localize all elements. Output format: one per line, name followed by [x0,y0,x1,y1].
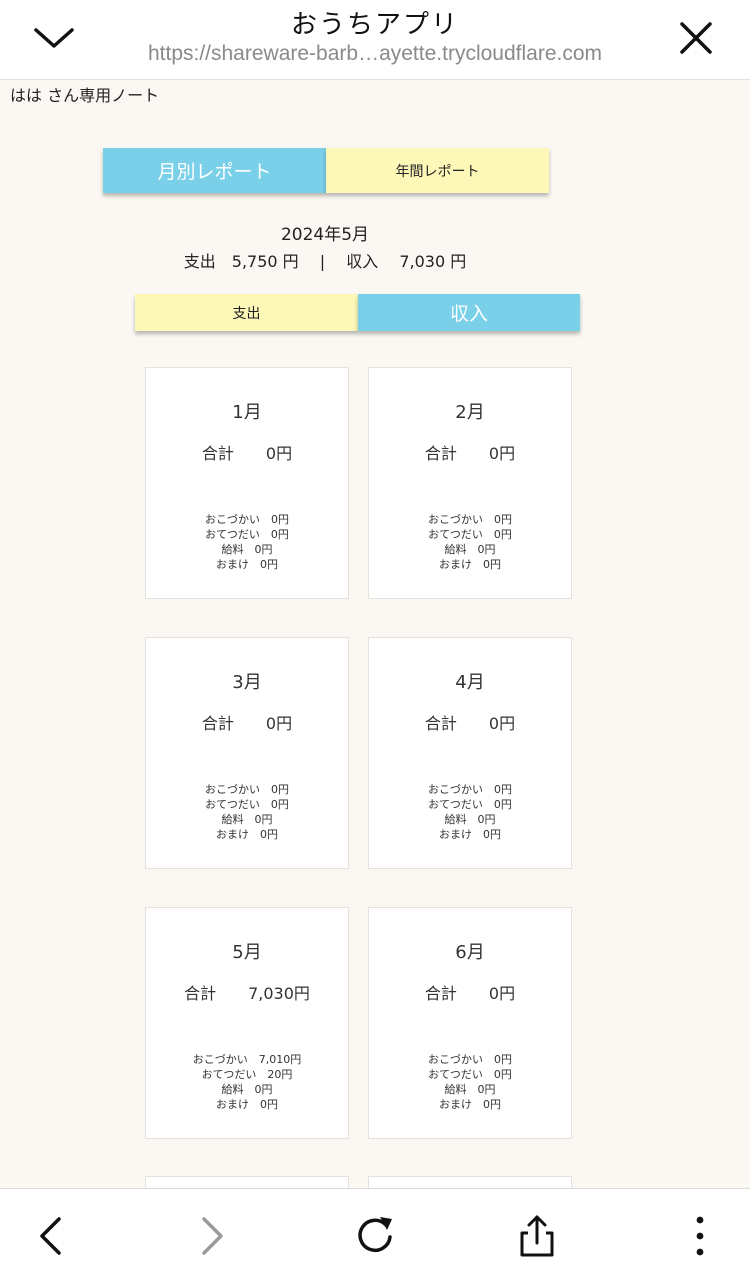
tab-annual-report[interactable]: 年間レポート [326,148,549,193]
card-month: 4月 [455,672,485,693]
card-total: 合計 0円 [424,444,516,463]
tab-income[interactable]: 収入 [358,294,580,331]
card-items: おこづかい 7,010円 おてつだい 20円 給料 0円 おまけ 0円 [192,1053,302,1111]
card-total: 合計 0円 [201,714,293,733]
month-card-4[interactable]: 4月 合計 0円 おこづかい 0円 おてつだい 0円 給料 0円 おまけ 0円 [368,637,572,869]
browser-title: おうちアプリ [290,10,459,40]
back-icon[interactable] [28,1213,74,1259]
period-label: 2024年5月 [280,225,370,245]
card-total: 合計 0円 [201,444,293,463]
tab-expense[interactable]: 支出 [135,294,358,331]
month-card-6[interactable]: 6月 合計 0円 おこづかい 0円 おてつだい 0円 給料 0円 おまけ 0円 [368,907,572,1139]
month-card-8-partial[interactable] [368,1176,572,1188]
forward-icon[interactable] [189,1213,235,1259]
card-total: 合計 7,030円 [184,984,310,1003]
card-items: おこづかい 0円 おてつだい 0円 給料 0円 おまけ 0円 [205,513,289,571]
browser-url[interactable]: https://shareware-barb…ayette.trycloudfl… [0,42,750,66]
card-total: 合計 0円 [424,714,516,733]
month-card-3[interactable]: 3月 合計 0円 おこづかい 0円 おてつだい 0円 給料 0円 おまけ 0円 [145,637,349,869]
close-icon[interactable] [672,14,720,62]
month-card-7-partial[interactable] [145,1176,349,1188]
browser-bottom-bar [0,1188,750,1287]
month-card-5[interactable]: 5月 合計 7,030円 おこづかい 7,010円 おてつだい 20円 給料 0円お… [145,907,349,1139]
month-card-1[interactable]: 1月 合計 0円 おこづかい 0円 おてつだい 0円 給料 0円 おまけ 0円 [145,367,349,599]
tab-monthly-report[interactable]: 月別レポート [103,148,326,193]
card-month: 3月 [232,672,262,693]
card-month: 5月 [232,942,262,963]
share-icon[interactable] [514,1213,560,1259]
card-total: 合計 0円 [424,984,516,1003]
browser-top-bar: おうちアプリ https://shareware-barb…ayette.try… [0,0,750,80]
user-note-label: はは さん専用ノート [10,86,160,105]
card-month: 2月 [455,402,485,423]
reload-icon[interactable] [352,1213,398,1259]
month-card-2[interactable]: 2月 合計 0円 おこづかい 0円 おてつだい 0円 給料 0円 おまけ 0円 [368,367,572,599]
card-items: おこづかい 0円 おてつだい 0円 給料 0円 おまけ 0円 [428,513,512,571]
card-items: おこづかい 0円 おてつだい 0円 給料 0円 おまけ 0円 [205,783,289,841]
card-month: 6月 [455,942,485,963]
card-items: おこづかい 0円 おてつだい 0円 給料 0円 おまけ 0円 [428,1053,512,1111]
card-items: おこづかい 0円 おてつだい 0円 給料 0円 おまけ 0円 [428,783,512,841]
more-icon[interactable] [677,1213,723,1259]
summary-totals: 支出 5,750 円 | 収入 7,030 円 [183,252,467,271]
card-month: 1月 [232,402,262,423]
